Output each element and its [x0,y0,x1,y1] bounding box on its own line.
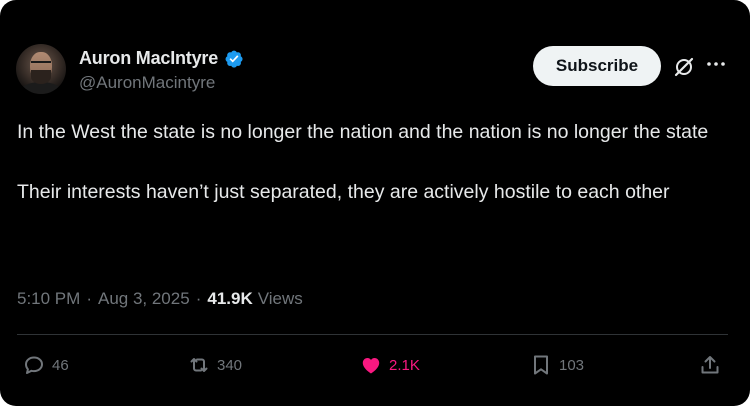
author-avatar[interactable] [16,44,66,94]
tweet-paragraph: Their interests haven’t just separated, … [17,181,670,203]
tweet-metadata: 5:10 PM · Aug 3, 2025 · 41.9K Views [17,289,303,309]
meta-separator: · [195,289,202,308]
author-name-row: Auron MacIntyre [79,48,244,69]
reply-count: 46 [52,356,69,374]
divider [17,334,728,335]
repost-button[interactable]: 340 [187,352,242,378]
tweet-paragraph: In the West the state is no longer the n… [17,121,709,143]
views-label[interactable]: Views [258,289,303,309]
meta-separator: · [86,289,92,308]
views-count[interactable]: 41.9K [207,289,252,309]
tweet-card: Auron MacIntyre @AuronMacintyre Subscrib… [0,0,750,406]
repost-count: 340 [217,356,243,374]
heart-icon [362,358,380,374]
bookmark-button[interactable]: 103 [529,352,584,378]
avatar-glasses [31,61,51,67]
author-handle[interactable]: @AuronMacintyre [79,73,215,93]
tweet-body: In the West the state is no longer the n… [17,117,727,207]
repost-icon [190,358,208,372]
reply-icon [25,356,43,374]
more-options-icon[interactable] [704,52,728,76]
tweet-date[interactable]: Aug 3, 2025 [98,289,190,309]
like-count: 2.1K [389,356,420,374]
grok-icon[interactable] [672,55,696,79]
reply-button[interactable]: 46 [22,352,69,378]
author-display-name[interactable]: Auron MacIntyre [79,48,218,69]
share-icon [701,356,719,374]
bookmark-icon [534,355,548,375]
avatar-beard [31,70,51,84]
like-button[interactable]: 2.1K [359,352,420,378]
share-button[interactable] [698,352,722,378]
tweet-time[interactable]: 5:10 PM [17,289,80,309]
verified-badge-icon[interactable] [224,49,244,69]
bookmark-count: 103 [559,356,585,374]
subscribe-button[interactable]: Subscribe [533,46,661,86]
